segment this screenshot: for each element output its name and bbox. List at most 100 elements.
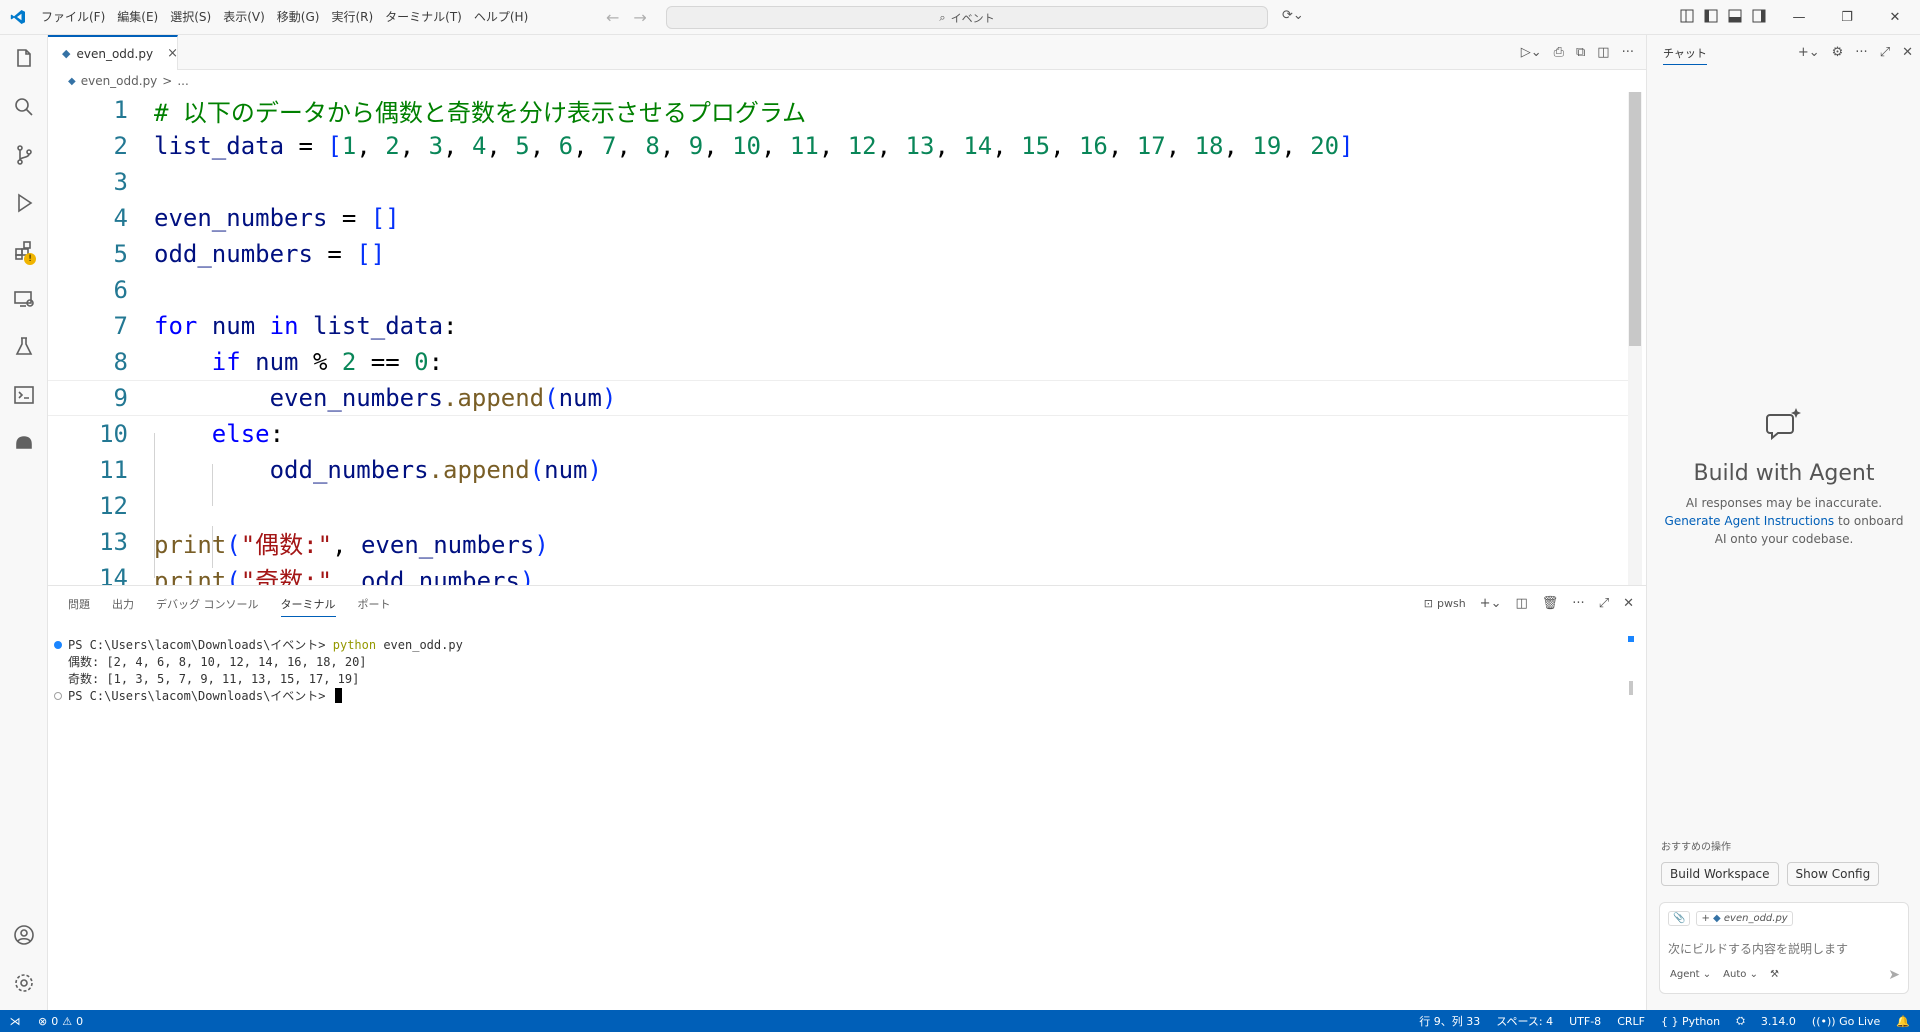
terminal-line: PS C:\Users\lacom\Downloads\イベント> python…	[54, 636, 463, 653]
terminal-shell-selector[interactable]: ⊡ pwsh	[1424, 597, 1466, 610]
menu-terminal[interactable]: ターミナル(T)	[379, 0, 468, 35]
python-version[interactable]: 3.14.0	[1761, 1015, 1796, 1028]
problems-indicator[interactable]: ⊗ 0 ⚠ 0	[38, 1015, 83, 1028]
menu-selection[interactable]: 選択(S)	[164, 0, 217, 35]
command-center[interactable]: ⌕ イベント	[666, 6, 1268, 29]
settings-gear-icon[interactable]	[0, 959, 48, 1007]
code-editor[interactable]: 1 # 以下のデータから偶数と奇数を分け表示させるプログラム 2 list_da…	[48, 92, 1646, 585]
more-icon[interactable]: ···	[1572, 596, 1584, 611]
chat-settings-gear-icon[interactable]: ⚙	[1832, 45, 1844, 60]
search-icon: ⌕	[939, 10, 946, 24]
cursor-position[interactable]: 行 9、列 33	[1419, 1013, 1480, 1029]
line-number: 13	[99, 528, 128, 556]
close-tab-icon[interactable]: ×	[167, 46, 178, 61]
go-live-button[interactable]: ((•)) Go Live	[1812, 1015, 1880, 1028]
indentation[interactable]: スペース: 4	[1496, 1013, 1553, 1029]
preview-icon[interactable]: ⧉	[1576, 45, 1585, 60]
notifications-bell-icon[interactable]: 🔔	[1896, 1015, 1910, 1028]
chat-more-icon[interactable]: ···	[1855, 45, 1867, 60]
mode-selector[interactable]: Agent ⌄	[1670, 969, 1711, 980]
maximize-chat-icon[interactable]: ⤢	[1880, 45, 1890, 60]
terminal-view-icon[interactable]	[0, 371, 48, 419]
encoding[interactable]: UTF-8	[1569, 1015, 1601, 1028]
forward-arrow-icon[interactable]: →	[633, 8, 646, 27]
editor-scrollbar[interactable]	[1628, 92, 1642, 585]
toggle-sidebar-icon[interactable]	[1704, 9, 1718, 27]
menu-help[interactable]: ヘルプ(H)	[468, 0, 534, 35]
line-number: 5	[113, 240, 128, 268]
breadcrumb: ◆ even_odd.py > ...	[48, 70, 189, 92]
chat-disclaimer: AI responses may be inaccurate. Generate…	[1664, 496, 1904, 546]
toggle-panel-icon[interactable]	[1728, 9, 1742, 27]
tab-terminal[interactable]: ターミナル	[280, 596, 336, 617]
copilot-icon[interactable]	[0, 419, 48, 467]
extensions-icon[interactable]: !	[0, 227, 48, 275]
print-icon[interactable]: ⎙	[1554, 45, 1564, 60]
model-selector[interactable]: Auto ⌄	[1723, 969, 1758, 980]
tab-problems[interactable]: 問題	[68, 596, 90, 612]
explorer-icon[interactable]	[0, 35, 48, 83]
tab-debug-console[interactable]: デバッグ コンソール	[156, 596, 259, 612]
tools-icon[interactable]: ⚒	[1770, 969, 1779, 980]
tab-output[interactable]: 出力	[112, 596, 134, 612]
attach-icon[interactable]: 📎	[1668, 911, 1691, 926]
close-panel-icon[interactable]: ✕	[1623, 596, 1634, 611]
chat-actions: +⌄ ⚙ ··· ⤢ ✕	[1798, 35, 1913, 70]
more-actions-icon[interactable]: ···	[1622, 45, 1634, 60]
new-terminal-icon[interactable]: +⌄	[1480, 596, 1502, 611]
generate-instructions-link[interactable]: Generate Agent Instructions	[1665, 514, 1835, 528]
menu-file[interactable]: ファイル(F)	[35, 0, 111, 35]
split-editor-icon[interactable]: ◫	[1597, 45, 1609, 60]
new-chat-icon[interactable]: +⌄	[1798, 45, 1820, 60]
split-terminal-icon[interactable]: ◫	[1515, 596, 1527, 611]
list-number: 18	[1194, 132, 1224, 160]
chat-input-placeholder[interactable]: 次にビルドする内容を説明します	[1668, 940, 1848, 957]
send-icon[interactable]: ➤	[1888, 967, 1900, 983]
chat-input-box[interactable]: 📎 + ◆ even_odd.py 次にビルドする内容を説明します Agent …	[1659, 902, 1909, 994]
code-line: 3	[48, 164, 1632, 200]
terminal-scrollbar[interactable]	[1629, 681, 1633, 695]
close-chat-icon[interactable]: ✕	[1902, 45, 1913, 60]
copilot-status-icon[interactable]: ⛭	[1736, 1014, 1745, 1028]
show-config-button[interactable]: Show Config	[1786, 862, 1880, 886]
remote-indicator-icon[interactable]: ⋊	[0, 1010, 30, 1032]
minimize-icon[interactable]: —	[1775, 10, 1823, 25]
line-ending[interactable]: CRLF	[1617, 1015, 1645, 1028]
code-line: 13 print("偶数:", even_numbers)	[48, 524, 1632, 560]
print-even-line: print("偶数:", even_numbers)	[154, 530, 549, 559]
maximize-panel-icon[interactable]: ⤢	[1599, 596, 1609, 611]
trash-icon[interactable]: 🗑	[1542, 596, 1559, 611]
toggle-secondary-sidebar-icon[interactable]	[1752, 9, 1766, 27]
menu-go[interactable]: 移動(G)	[271, 0, 326, 35]
copilot-menu-icon[interactable]: ⟳⌄	[1282, 8, 1304, 23]
line-number: 1	[113, 96, 128, 124]
build-workspace-button[interactable]: Build Workspace	[1661, 862, 1779, 886]
remote-explorer-icon[interactable]	[0, 275, 48, 323]
menu-view[interactable]: 表示(V)	[217, 0, 271, 35]
terminal-cursor	[334, 688, 342, 703]
editor-tabs: ◆ even_odd.py × ▷⌄ ⎙ ⧉ ◫ ···	[48, 35, 1646, 70]
terminal-output[interactable]: PS C:\Users\lacom\Downloads\イベント> python…	[54, 636, 463, 704]
breadcrumb-more[interactable]: ...	[177, 74, 188, 88]
scrollbar-thumb[interactable]	[1629, 92, 1641, 346]
back-arrow-icon[interactable]: ←	[606, 8, 619, 27]
code-line: 7 for num in list_data:	[48, 308, 1632, 344]
tab-even-odd[interactable]: ◆ even_odd.py ×	[48, 35, 178, 70]
tab-ports[interactable]: ポート	[358, 596, 391, 612]
accounts-icon[interactable]	[0, 911, 48, 959]
run-debug-icon[interactable]	[0, 179, 48, 227]
warning-icon: ⚠	[62, 1014, 73, 1028]
run-python-icon[interactable]: ▷⌄	[1521, 45, 1542, 60]
close-window-icon[interactable]: ✕	[1871, 10, 1919, 25]
source-control-icon[interactable]	[0, 131, 48, 179]
menu-edit[interactable]: 編集(E)	[111, 0, 164, 35]
menu-run[interactable]: 実行(R)	[325, 0, 379, 35]
customize-layout-icon[interactable]	[1680, 9, 1694, 27]
chat-tab[interactable]: チャット	[1663, 45, 1707, 65]
search-view-icon[interactable]	[0, 83, 48, 131]
language-mode[interactable]: { } Python	[1661, 1015, 1720, 1028]
context-file-chip[interactable]: + ◆ even_odd.py	[1696, 911, 1793, 926]
breadcrumb-file[interactable]: even_odd.py	[81, 74, 158, 88]
restore-icon[interactable]: ❐	[1823, 10, 1871, 25]
testing-icon[interactable]	[0, 323, 48, 371]
